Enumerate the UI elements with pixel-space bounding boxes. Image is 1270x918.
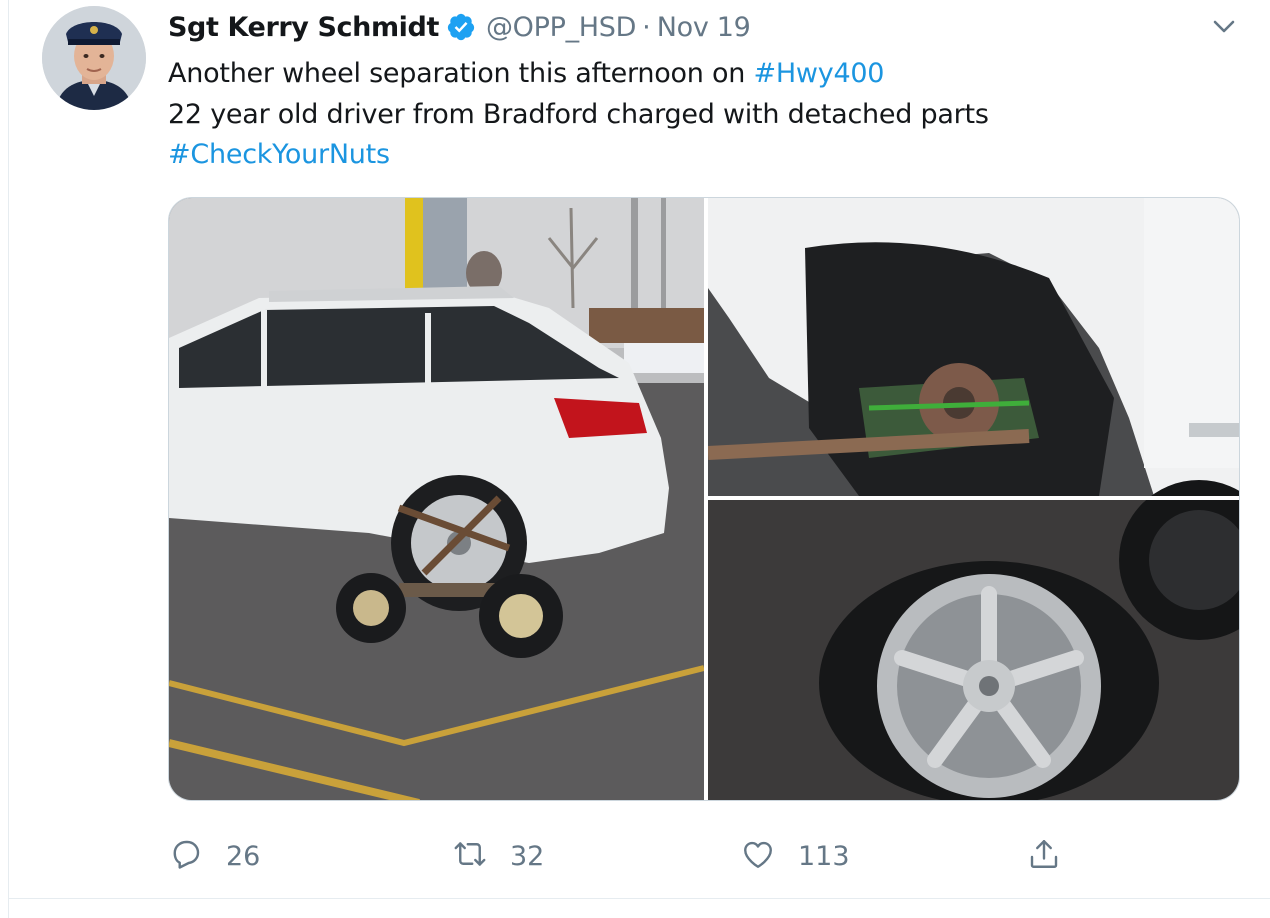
photo-suv-on-dolly[interactable] (169, 198, 705, 801)
tweet-date[interactable]: Nov 19 (657, 12, 751, 43)
author-name[interactable]: Sgt Kerry Schmidt (168, 12, 439, 43)
share-button[interactable] (1026, 834, 1062, 878)
tweet-header: Sgt Kerry Schmidt @OPP_HSD · Nov 19 (168, 8, 751, 46)
retweet-icon (452, 836, 488, 876)
hashtag-link-checkyournuts[interactable]: #CheckYourNuts (168, 135, 989, 176)
reply-count: 26 (226, 840, 261, 872)
retweet-count: 32 (510, 840, 545, 872)
tweet-text-line-2: 22 year old driver from Bradford charged… (168, 98, 989, 130)
photo-detached-wheel[interactable] (708, 480, 1240, 801)
chevron-down-icon[interactable] (1208, 10, 1240, 42)
photo-wheel-well[interactable] (707, 198, 1240, 496)
hashtag-link-hwy400[interactable]: #Hwy400 (753, 58, 884, 89)
reply-icon (168, 836, 204, 876)
author-avatar[interactable] (42, 6, 146, 110)
header-separator: · (642, 11, 651, 43)
verified-badge-icon (446, 12, 476, 42)
tweet-text: Another wheel separation this afternoon … (168, 54, 989, 176)
timeline-left-border (8, 0, 9, 918)
tweet-actions: 26 32 113 (168, 834, 1240, 878)
reply-button[interactable]: 26 (168, 834, 260, 878)
tweet-text-line-1: Another wheel separation this afternoon … (168, 54, 989, 95)
like-count: 113 (798, 840, 850, 872)
author-handle[interactable]: @OPP_HSD (486, 12, 636, 43)
share-icon (1026, 836, 1062, 876)
retweet-button[interactable]: 32 (452, 834, 544, 878)
media-grid (168, 197, 1240, 801)
tweet-bottom-divider (8, 898, 1270, 899)
tweet-text-segment: Another wheel separation this afternoon … (168, 58, 754, 89)
like-button[interactable]: 113 (740, 834, 850, 878)
heart-icon (740, 836, 776, 876)
